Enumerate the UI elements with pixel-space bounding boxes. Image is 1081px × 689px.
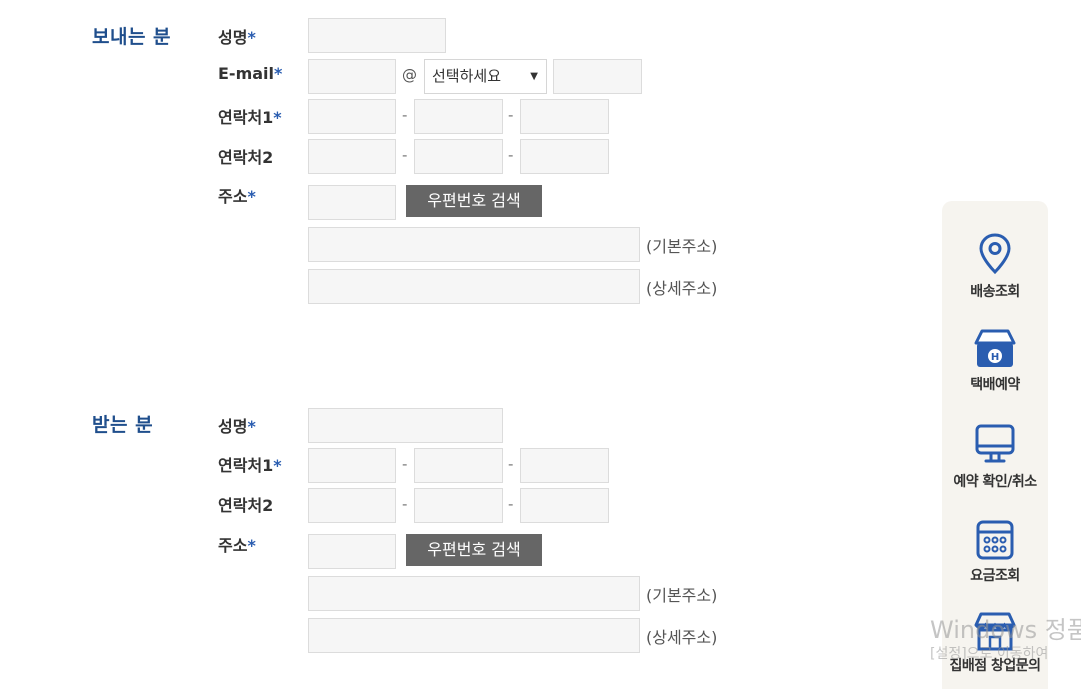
receiver-zipcode-input[interactable] <box>308 534 396 569</box>
windows-activation-watermark-sub: [설정]으로 이동하여 <box>930 646 1049 662</box>
dash-separator: - <box>402 146 408 164</box>
required-mark: * <box>273 108 282 127</box>
required-mark: * <box>247 417 256 436</box>
sender-name-label: 성명* <box>218 24 256 48</box>
sender-phone2-label: 연락처2 <box>218 148 274 167</box>
receiver-name-input[interactable] <box>308 408 503 443</box>
receiver-phone1-part2-input[interactable] <box>414 448 503 483</box>
receiver-section-title: 받는 분 <box>92 414 154 436</box>
dash-separator: - <box>508 146 514 164</box>
sender-phone2-part3-input[interactable] <box>520 139 609 174</box>
detail-address-hint: (상세주소) <box>646 628 718 647</box>
detail-address-hint: (상세주소) <box>646 279 718 298</box>
sender-name-input[interactable] <box>308 18 446 53</box>
dash-separator: - <box>402 455 408 473</box>
email-domain-select-value: 선택하세요 <box>432 67 502 85</box>
sender-zipcode-input[interactable] <box>308 185 396 220</box>
svg-text:H: H <box>991 352 999 363</box>
quick-menu-label: 요금조회 <box>970 568 1020 584</box>
receiver-basic-address-input[interactable] <box>308 576 640 611</box>
dash-separator: - <box>508 495 514 513</box>
sender-zipcode-search-button[interactable]: 우편번호 검색 <box>406 185 542 217</box>
quick-menu-label: 예약 확인/취소 <box>953 474 1037 490</box>
sender-phone1-label: 연락처1* <box>218 104 282 128</box>
basic-address-hint: (기본주소) <box>646 237 718 256</box>
sender-phone2-part1-input[interactable] <box>308 139 396 174</box>
sender-phone2-part2-input[interactable] <box>414 139 503 174</box>
dash-separator: - <box>508 106 514 124</box>
dash-separator: - <box>508 455 514 473</box>
quick-menu-item-rates[interactable]: 요금조회 <box>942 519 1048 585</box>
receiver-phone1-part3-input[interactable] <box>520 448 609 483</box>
receiver-phone2-label: 연락처2 <box>218 496 274 515</box>
receiver-name-label-text: 성명 <box>218 417 248 436</box>
sender-name-label-text: 성명 <box>218 28 248 47</box>
receiver-phone2-part1-input[interactable] <box>308 488 396 523</box>
quick-menu-label: 배송조회 <box>970 284 1020 300</box>
required-mark: * <box>274 64 283 83</box>
receiver-phone1-part1-input[interactable] <box>308 448 396 483</box>
monitor-icon <box>942 423 1048 465</box>
sender-basic-address-input[interactable] <box>308 227 640 262</box>
windows-activation-watermark: Windows 정품 <box>930 616 1081 644</box>
quick-menu-label: 택배예약 <box>970 377 1020 393</box>
chevron-down-icon: ▼ <box>530 71 538 82</box>
basic-address-hint: (기본주소) <box>646 586 718 605</box>
sender-phone1-part2-input[interactable] <box>414 99 503 134</box>
sender-email-domain-input[interactable] <box>553 59 642 94</box>
location-pin-icon <box>942 233 1048 275</box>
sender-phone1-part1-input[interactable] <box>308 99 396 134</box>
dash-separator: - <box>402 495 408 513</box>
email-domain-select[interactable]: 선택하세요 ▼ <box>424 59 547 94</box>
sender-email-id-input[interactable] <box>308 59 396 94</box>
receiver-zipcode-search-button[interactable]: 우편번호 검색 <box>406 534 542 566</box>
receiver-phone1-label-text: 연락처1 <box>218 456 274 475</box>
receiver-address-label-text: 주소 <box>218 536 248 555</box>
sender-address-label-text: 주소 <box>218 187 248 206</box>
sender-email-label-text: E-mail <box>218 64 275 83</box>
required-mark: * <box>247 187 256 206</box>
sender-email-label: E-mail* <box>218 64 282 83</box>
receiver-address-label: 주소* <box>218 532 256 556</box>
sender-phone1-label-text: 연락처1 <box>218 108 274 127</box>
required-mark: * <box>247 536 256 555</box>
email-at-sign: @ <box>402 66 417 84</box>
sender-phone1-part3-input[interactable] <box>520 99 609 134</box>
sender-address-label: 주소* <box>218 183 256 207</box>
receiver-phone2-part2-input[interactable] <box>414 488 503 523</box>
quick-menu-item-reservation[interactable]: H 택배예약 <box>942 328 1048 394</box>
delivery-box-icon: H <box>942 328 1048 370</box>
quick-menu-item-tracking[interactable]: 배송조회 <box>942 233 1048 301</box>
quick-menu-item-confirm-cancel[interactable]: 예약 확인/취소 <box>942 423 1048 491</box>
required-mark: * <box>247 28 256 47</box>
dash-separator: - <box>402 106 408 124</box>
calculator-icon <box>942 519 1048 561</box>
receiver-phone1-label: 연락처1* <box>218 452 282 476</box>
required-mark: * <box>273 456 282 475</box>
sender-detail-address-input[interactable] <box>308 269 640 304</box>
receiver-detail-address-input[interactable] <box>308 618 640 653</box>
receiver-name-label: 성명* <box>218 413 256 437</box>
sender-section-title: 보내는 분 <box>92 26 172 48</box>
receiver-phone2-part3-input[interactable] <box>520 488 609 523</box>
